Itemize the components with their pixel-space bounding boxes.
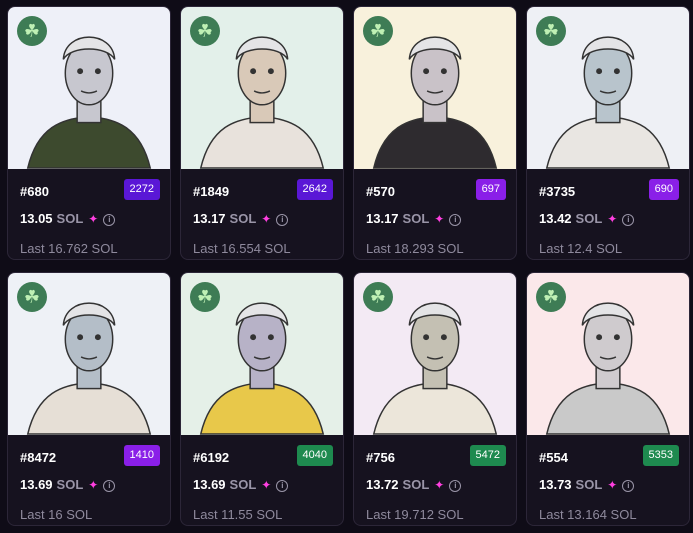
- price-row: 13.72 SOL ✦ i: [366, 476, 462, 492]
- token-id: #6192: [193, 450, 230, 465]
- token-id: #554: [539, 450, 568, 465]
- sparkle-icon: ✦: [261, 212, 272, 226]
- nft-card[interactable]: ☘ #8472 1410 13.69 SOL ✦ i Last 16 SOL: [7, 272, 171, 526]
- price-value: 13.17: [193, 211, 226, 226]
- price-row: 13.69 SOL ✦ i: [193, 476, 289, 492]
- last-sale: Last 16 SOL: [20, 507, 93, 522]
- price-value: 13.69: [193, 477, 226, 492]
- currency-label: SOL: [229, 477, 257, 492]
- token-id: #756: [366, 450, 395, 465]
- price-value: 13.73: [539, 477, 572, 492]
- clover-icon: ☘: [190, 282, 220, 312]
- nft-card[interactable]: ☘ #680 2272 13.05 SOL ✦ i Last 16.762 SOL: [7, 6, 171, 260]
- price-value: 13.42: [539, 211, 572, 226]
- nft-card[interactable]: ☘ #570 697 13.17 SOL ✦ i Last 18.293 SOL: [353, 6, 517, 260]
- sparkle-icon: ✦: [434, 212, 445, 226]
- rarity-rank-badge: 690: [648, 179, 679, 200]
- clover-icon: ☘: [17, 282, 47, 312]
- info-icon[interactable]: i: [103, 480, 116, 492]
- rarity-rank-badge: 4040: [296, 445, 333, 466]
- token-id: #8472: [20, 450, 57, 465]
- info-icon[interactable]: i: [276, 480, 289, 492]
- card-info: #3735 690 13.42 SOL ✦ i Last 12.4 SOL: [527, 169, 689, 259]
- card-info: #680 2272 13.05 SOL ✦ i Last 16.762 SOL: [8, 169, 170, 259]
- nft-card[interactable]: ☘ #554 5353 13.73 SOL ✦ i Last 13.164 SOL: [526, 272, 690, 526]
- nft-card[interactable]: ☘ #1849 2642 13.17 SOL ✦ i Last 16.554 SOL: [180, 6, 344, 260]
- clover-icon: ☘: [363, 282, 393, 312]
- rarity-rank-badge: 2642: [296, 179, 333, 200]
- clover-icon: ☘: [536, 16, 566, 46]
- clover-icon: ☘: [536, 282, 566, 312]
- sparkle-icon: ✦: [607, 212, 618, 226]
- info-icon[interactable]: i: [449, 480, 462, 492]
- last-sale: Last 19.712 SOL: [366, 507, 464, 522]
- last-sale: Last 18.293 SOL: [366, 241, 464, 256]
- nft-card[interactable]: ☘ #3735 690 13.42 SOL ✦ i Last 12.4 SOL: [526, 6, 690, 260]
- price-row: 13.05 SOL ✦ i: [20, 210, 116, 226]
- sparkle-icon: ✦: [88, 212, 99, 226]
- sparkle-icon: ✦: [607, 478, 618, 492]
- card-info: #8472 1410 13.69 SOL ✦ i Last 16 SOL: [8, 435, 170, 525]
- nft-card[interactable]: ☘ #6192 4040 13.69 SOL ✦ i Last 11.55 SOL: [180, 272, 344, 526]
- card-info: #756 5472 13.72 SOL ✦ i Last 19.712 SOL: [354, 435, 516, 525]
- token-id: #680: [20, 184, 49, 199]
- nft-grid: ☘ #680 2272 13.05 SOL ✦ i Last 16.762 SOL ☘…: [0, 0, 693, 533]
- price-row: 13.42 SOL ✦ i: [539, 210, 635, 226]
- nft-card[interactable]: ☘ #756 5472 13.72 SOL ✦ i Last 19.712 SOL: [353, 272, 517, 526]
- clover-icon: ☘: [190, 16, 220, 46]
- currency-label: SOL: [229, 211, 257, 226]
- card-info: #1849 2642 13.17 SOL ✦ i Last 16.554 SOL: [181, 169, 343, 259]
- last-sale: Last 16.762 SOL: [20, 241, 118, 256]
- sparkle-icon: ✦: [434, 478, 445, 492]
- token-id: #3735: [539, 184, 576, 199]
- rarity-rank-badge: 5353: [642, 445, 679, 466]
- token-id: #570: [366, 184, 395, 199]
- currency-label: SOL: [56, 211, 84, 226]
- card-info: #570 697 13.17 SOL ✦ i Last 18.293 SOL: [354, 169, 516, 259]
- info-icon[interactable]: i: [103, 214, 116, 226]
- rarity-rank-badge: 2272: [123, 179, 160, 200]
- sparkle-icon: ✦: [88, 478, 99, 492]
- price-row: 13.73 SOL ✦ i: [539, 476, 635, 492]
- rarity-rank-badge: 5472: [469, 445, 506, 466]
- info-icon[interactable]: i: [449, 214, 462, 226]
- currency-label: SOL: [402, 477, 430, 492]
- last-sale: Last 16.554 SOL: [193, 241, 291, 256]
- info-icon[interactable]: i: [622, 480, 635, 492]
- rarity-rank-badge: 1410: [123, 445, 160, 466]
- rarity-rank-badge: 697: [475, 179, 506, 200]
- price-value: 13.17: [366, 211, 399, 226]
- token-id: #1849: [193, 184, 230, 199]
- last-sale: Last 11.55 SOL: [193, 507, 283, 522]
- currency-label: SOL: [402, 211, 430, 226]
- clover-icon: ☘: [17, 16, 47, 46]
- last-sale: Last 12.4 SOL: [539, 241, 623, 256]
- sparkle-icon: ✦: [261, 478, 272, 492]
- info-icon[interactable]: i: [276, 214, 289, 226]
- price-row: 13.69 SOL ✦ i: [20, 476, 116, 492]
- price-row: 13.17 SOL ✦ i: [366, 210, 462, 226]
- clover-icon: ☘: [363, 16, 393, 46]
- currency-label: SOL: [575, 477, 603, 492]
- price-value: 13.72: [366, 477, 399, 492]
- card-info: #6192 4040 13.69 SOL ✦ i Last 11.55 SOL: [181, 435, 343, 525]
- price-value: 13.69: [20, 477, 53, 492]
- last-sale: Last 13.164 SOL: [539, 507, 637, 522]
- info-icon[interactable]: i: [622, 214, 635, 226]
- card-info: #554 5353 13.73 SOL ✦ i Last 13.164 SOL: [527, 435, 689, 525]
- price-value: 13.05: [20, 211, 53, 226]
- price-row: 13.17 SOL ✦ i: [193, 210, 289, 226]
- currency-label: SOL: [575, 211, 603, 226]
- currency-label: SOL: [56, 477, 84, 492]
